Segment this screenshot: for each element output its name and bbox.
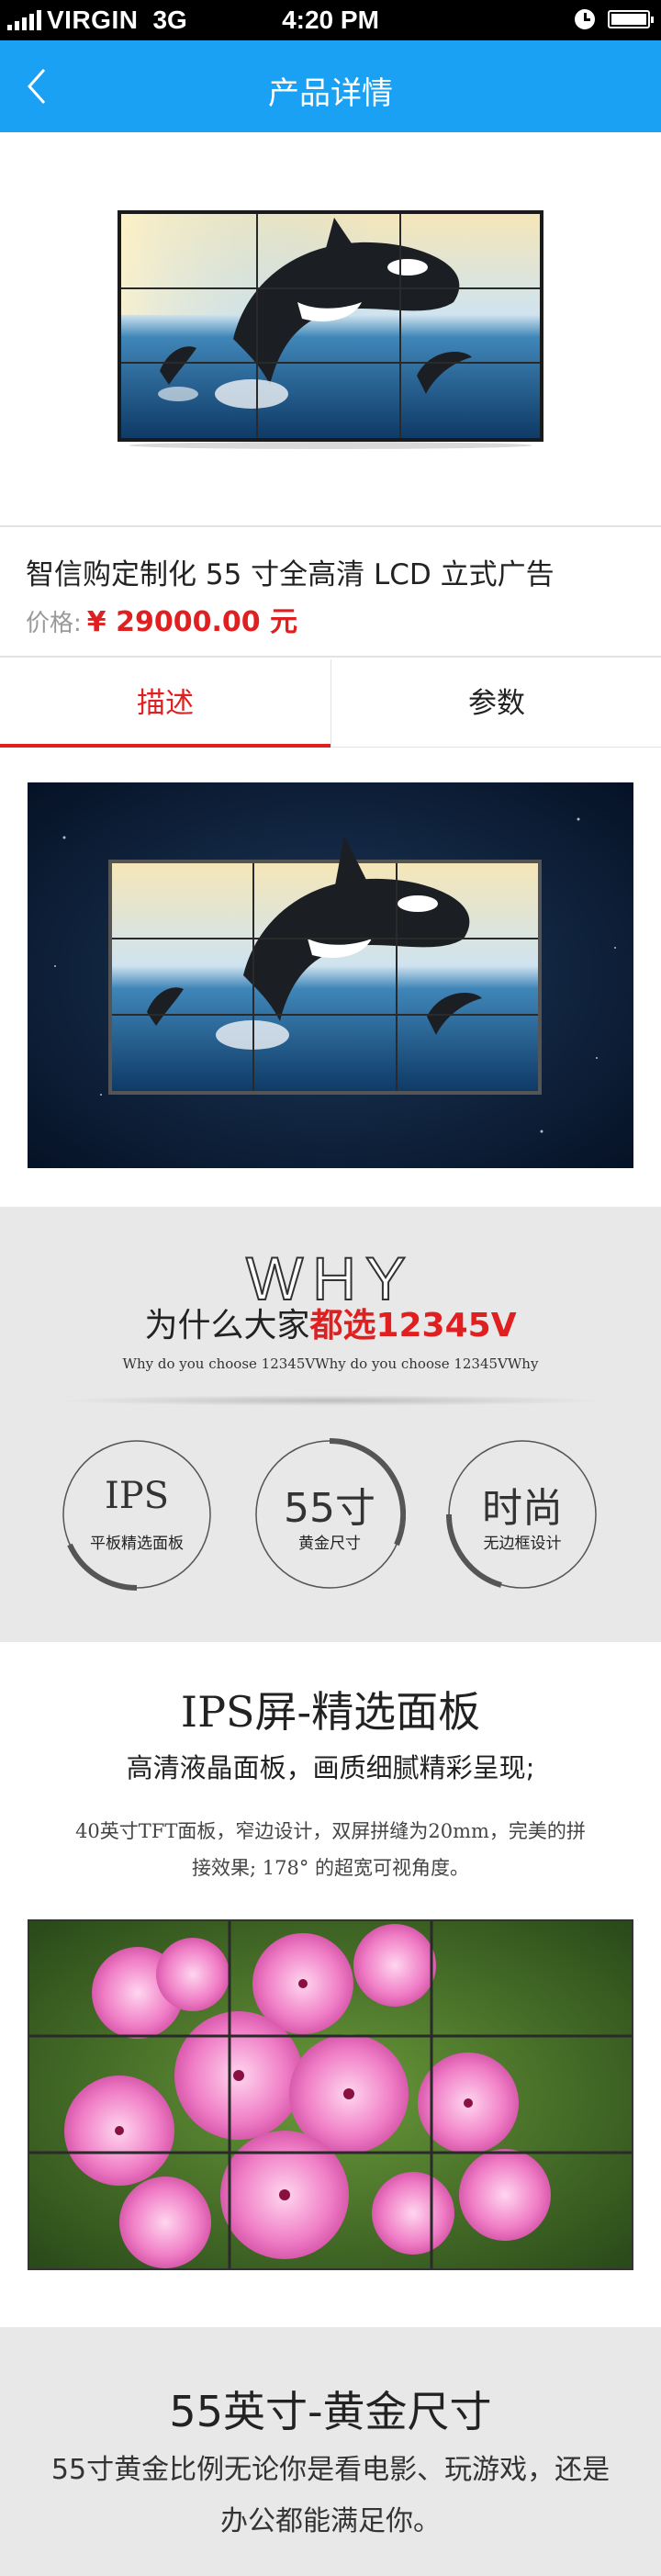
description-image [28,782,633,1168]
feature-subtitle: 无边框设计 [483,1535,562,1553]
ips-description-line: 40英寸TFT面板，窄边设计，双屏拼缝为20mm，完美的拼 [75,1820,586,1842]
feature-ips: IPS 平板精选面板 [61,1438,213,1591]
page-title: 产品详情 [268,75,393,112]
nav-bar: 产品详情 [0,40,661,132]
why-heading: 为什么大家都选12345V [0,1299,661,1346]
why-section: WHY 为什么大家都选12345V Why do you choose 1234… [0,1207,661,1642]
feature-style: 时尚 无边框设计 [446,1438,599,1591]
status-bar: VIRGIN 3G 4:20 PM [0,0,661,40]
product-image[interactable] [114,210,547,449]
golden-description-line: 55寸黄金比例无论你是看电影、玩游戏，还是 [50,2454,611,2486]
price-label: 价格: [26,610,82,637]
status-time: 4:20 PM [282,6,379,34]
divider-shadow [55,1395,606,1406]
alarm-clock-icon [575,9,595,29]
feature-title: IPS [104,1475,170,1517]
product-name: 智信购定制化 55 寸全高清 LCD 立式广告 [26,558,555,591]
feature-size: 55寸 黄金尺寸 [253,1438,406,1591]
product-info: 智信购定制化 55 寸全高清 LCD 立式广告 价格: ¥ 29000.00 元 [0,529,661,658]
product-price: ¥ 29000.00 元 [86,606,298,638]
product-hero [0,132,661,527]
tab-description[interactable]: 描述 [0,659,330,748]
ips-description-line: 接效果; 178° 的超宽可视角度。 [191,1857,469,1879]
golden-size-section: 55英寸-黄金尺寸 55寸黄金比例无论你是看电影、玩游戏，还是 办公都能满足你。 [0,2327,661,2576]
why-heading-highlight: 都选12345V [309,1307,517,1344]
ips-subtitle: 高清液晶面板，画质细腻精彩呈现; [126,1752,535,1783]
feature-title: 时尚 [482,1485,563,1532]
feature-title: 55寸 [284,1485,375,1532]
ips-section: IPS屏-精选面板 高清液晶面板，画质细腻精彩呈现; 40英寸TFT面板，窄边设… [0,1642,661,2327]
flower-wall-image [28,1919,633,2270]
why-subtitle: Why do you choose 12345VWhy do you choos… [122,1355,539,1372]
golden-title: 55英寸-黄金尺寸 [169,2387,492,2436]
feature-subtitle: 黄金尺寸 [298,1535,361,1553]
price-row: 价格: ¥ 29000.00 元 [26,599,297,639]
golden-description: 55寸黄金比例无论你是看电影、玩游戏，还是 办公都能满足你。 [18,2445,643,2548]
golden-description-line: 办公都能满足你。 [220,2505,441,2537]
battery-icon [608,10,654,28]
ips-title: IPS屏-精选面板 [180,1687,481,1737]
tab-parameters[interactable]: 参数 [331,659,661,748]
feature-subtitle: 平板精选面板 [90,1535,184,1553]
ips-description: 40英寸TFT面板，窄边设计，双屏拼缝为20mm，完美的拼 接效果; 178° … [46,1813,615,1886]
why-heading-prefix: 为什么大家 [144,1307,310,1344]
detail-tabs: 描述 参数 [0,659,661,748]
